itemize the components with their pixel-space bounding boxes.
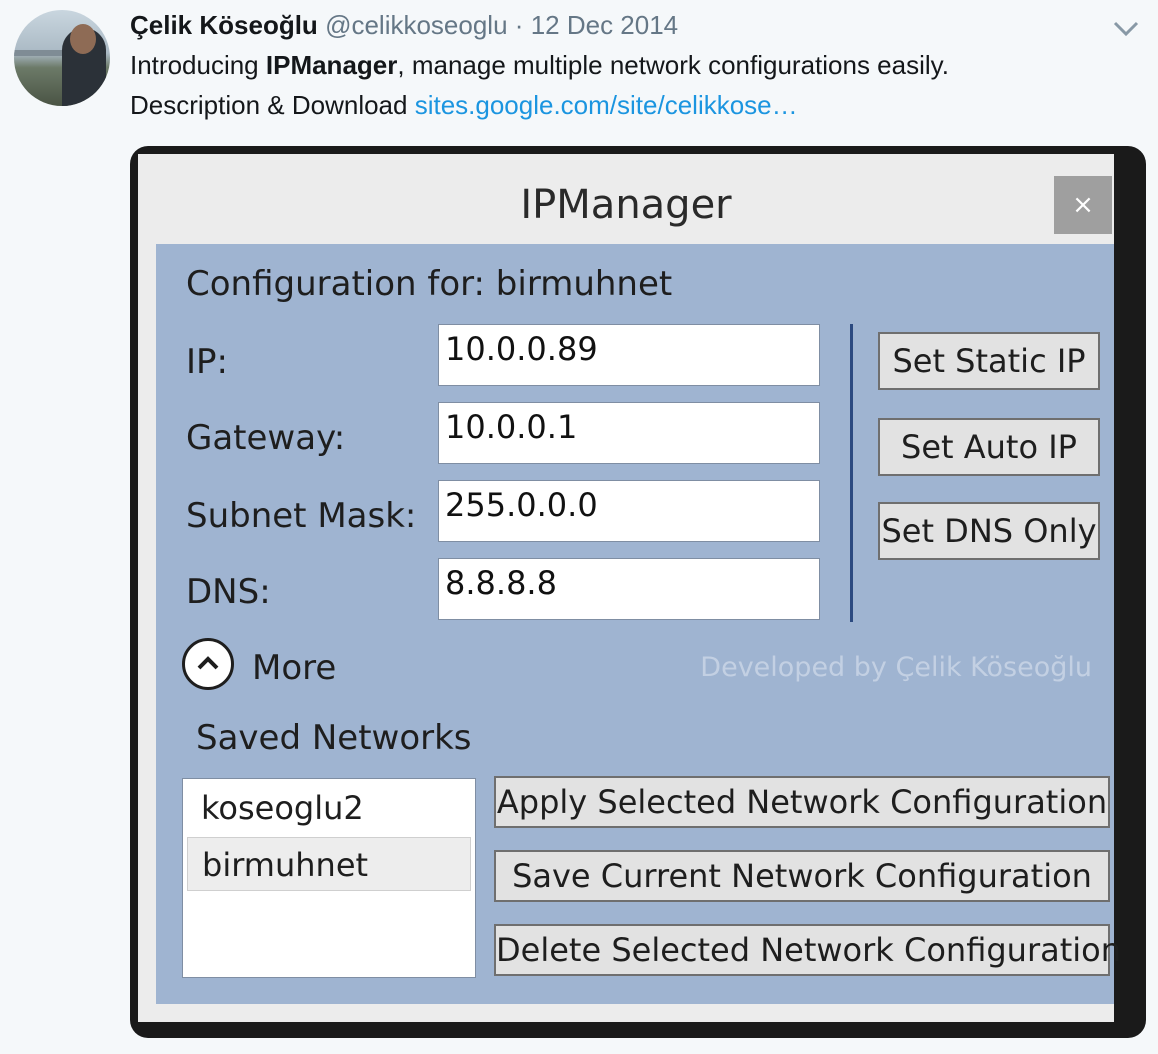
window-title: IPManager [520, 182, 732, 228]
saved-networks-title: Saved Networks [196, 718, 472, 758]
tweet-date[interactable]: 12 Dec 2014 [531, 10, 678, 40]
apply-config-button[interactable]: Apply Selected Network Configuration [494, 776, 1110, 828]
chevron-up-circle-icon[interactable] [182, 638, 234, 690]
developer-credit: Developed by Çelik Köseoğlu [700, 652, 1092, 683]
ipmanager-window: IPManager × Configuration for: birmuhnet… [138, 154, 1121, 1022]
config-title: Configuration for: birmuhnet [186, 264, 673, 304]
more-label[interactable]: More [252, 648, 336, 688]
tweet-download-link[interactable]: sites.google.com/site/celikkose… [415, 90, 798, 120]
subnet-mask-field[interactable]: 255.0.0.0 [438, 480, 820, 542]
tweet-header: Çelik Köseoğlu @celikkoseoglu · 12 Dec 2… [130, 8, 678, 42]
set-static-ip-button[interactable]: Set Static IP [878, 332, 1100, 390]
saved-networks-list[interactable]: koseoglu2 birmuhnet [182, 778, 476, 978]
tweet-text-line1: Introducing IPManager, manage multiple n… [130, 48, 949, 82]
avatar-head [70, 24, 96, 54]
close-button[interactable]: × [1054, 176, 1112, 234]
ip-label: IP: [186, 342, 228, 382]
author-avatar[interactable] [14, 10, 110, 106]
gateway-field[interactable]: 10.0.0.1 [438, 402, 820, 464]
dns-field[interactable]: 8.8.8.8 [438, 558, 820, 620]
dns-label: DNS: [186, 572, 271, 612]
vertical-divider [850, 324, 853, 622]
header-separator: · [514, 10, 524, 40]
author-name[interactable]: Çelik Köseoğlu [130, 10, 318, 40]
gateway-label: Gateway: [186, 418, 346, 458]
tweet-text-suffix: , manage multiple network configurations… [397, 50, 949, 80]
more-toggle[interactable] [182, 638, 238, 694]
tweet-text-prefix: Introducing [130, 50, 266, 80]
author-handle[interactable]: @celikkoseoglu [325, 10, 507, 40]
tweet-text-line2: Description & Download sites.google.com/… [130, 88, 798, 122]
subnet-mask-label: Subnet Mask: [186, 496, 417, 536]
delete-config-button[interactable]: Delete Selected Network Configuration [494, 924, 1121, 976]
list-item-selected[interactable]: birmuhnet [187, 837, 471, 891]
tweet-text-bold: IPManager [265, 50, 398, 80]
ip-field[interactable]: 10.0.0.89 [438, 324, 820, 386]
chevron-down-icon[interactable] [1112, 14, 1140, 42]
list-item[interactable]: koseoglu2 [187, 781, 471, 835]
save-config-button[interactable]: Save Current Network Configuration [494, 850, 1110, 902]
set-auto-ip-button[interactable]: Set Auto IP [878, 418, 1100, 476]
config-panel: Configuration for: birmuhnet IP: 10.0.0.… [156, 244, 1121, 1004]
set-dns-only-button[interactable]: Set DNS Only [878, 502, 1100, 560]
tweet-media-image[interactable]: IPManager × Configuration for: birmuhnet… [130, 146, 1146, 1038]
tweet-text-line2-label: Description & Download [130, 90, 415, 120]
